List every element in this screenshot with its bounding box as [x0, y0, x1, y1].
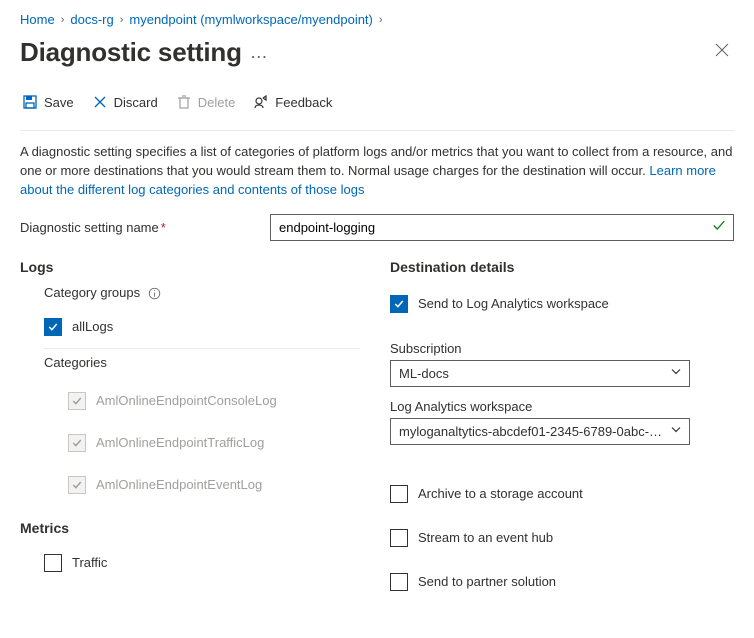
category-label: AmlOnlineEndpointEventLog	[96, 477, 262, 492]
delete-button: Delete	[174, 90, 238, 114]
partner-checkbox[interactable]	[390, 573, 408, 591]
archive-label: Archive to a storage account	[418, 486, 583, 501]
categories-label: Categories	[44, 355, 360, 370]
breadcrumb: Home › docs-rg › myendpoint (mymlworkspa…	[20, 8, 734, 37]
archive-checkbox[interactable]	[390, 485, 408, 503]
setting-name-input[interactable]	[270, 214, 734, 241]
destination-header: Destination details	[390, 259, 734, 275]
stream-checkbox[interactable]	[390, 529, 408, 547]
delete-label: Delete	[198, 95, 236, 110]
subscription-label: Subscription	[390, 341, 734, 356]
breadcrumb-home[interactable]: Home	[20, 12, 55, 27]
save-icon	[22, 94, 38, 110]
logs-header: Logs	[20, 259, 360, 275]
checkmark-icon	[712, 219, 726, 236]
alllogs-checkbox[interactable]	[44, 318, 62, 336]
breadcrumb-rg[interactable]: docs-rg	[70, 12, 113, 27]
traffic-label: Traffic	[72, 555, 107, 570]
divider	[20, 130, 734, 131]
discard-label: Discard	[114, 95, 158, 110]
info-icon[interactable]	[148, 287, 161, 300]
alllogs-label: allLogs	[72, 319, 113, 334]
category-label: AmlOnlineEndpointTrafficLog	[96, 435, 264, 450]
category-checkbox	[68, 434, 86, 452]
stream-label: Stream to an event hub	[418, 530, 553, 545]
category-label: AmlOnlineEndpointConsoleLog	[96, 393, 277, 408]
workspace-select[interactable]: myloganaltytics-abcdef01-2345-6789-0abc-…	[390, 418, 690, 445]
more-icon[interactable]: …	[250, 42, 269, 63]
close-icon[interactable]	[710, 38, 734, 67]
metrics-header: Metrics	[20, 520, 360, 536]
description-text: A diagnostic setting specifies a list of…	[20, 135, 734, 214]
feedback-icon	[253, 94, 269, 110]
setting-name-label: Diagnostic setting name*	[20, 220, 270, 235]
delete-icon	[176, 94, 192, 110]
toolbar: Save Discard Delete Feedback	[20, 84, 734, 126]
discard-button[interactable]: Discard	[90, 90, 160, 114]
breadcrumb-endpoint[interactable]: myendpoint (mymlworkspace/myendpoint)	[129, 12, 372, 27]
workspace-label: Log Analytics workspace	[390, 399, 734, 414]
traffic-checkbox[interactable]	[44, 554, 62, 572]
divider	[44, 348, 360, 349]
log-analytics-checkbox[interactable]	[390, 295, 408, 313]
category-groups-label: Category groups	[44, 285, 360, 300]
log-analytics-label: Send to Log Analytics workspace	[418, 296, 609, 311]
category-checkbox	[68, 476, 86, 494]
subscription-select[interactable]: ML-docs	[390, 360, 690, 387]
chevron-right-icon: ›	[61, 14, 65, 26]
description-body: A diagnostic setting specifies a list of…	[20, 144, 732, 178]
chevron-right-icon: ›	[120, 14, 124, 26]
chevron-right-icon: ›	[379, 14, 383, 26]
page-title: Diagnostic setting	[20, 37, 242, 68]
save-button[interactable]: Save	[20, 90, 76, 114]
feedback-button[interactable]: Feedback	[251, 90, 334, 114]
partner-label: Send to partner solution	[418, 574, 556, 589]
discard-icon	[92, 94, 108, 110]
save-label: Save	[44, 95, 74, 110]
feedback-label: Feedback	[275, 95, 332, 110]
category-checkbox	[68, 392, 86, 410]
